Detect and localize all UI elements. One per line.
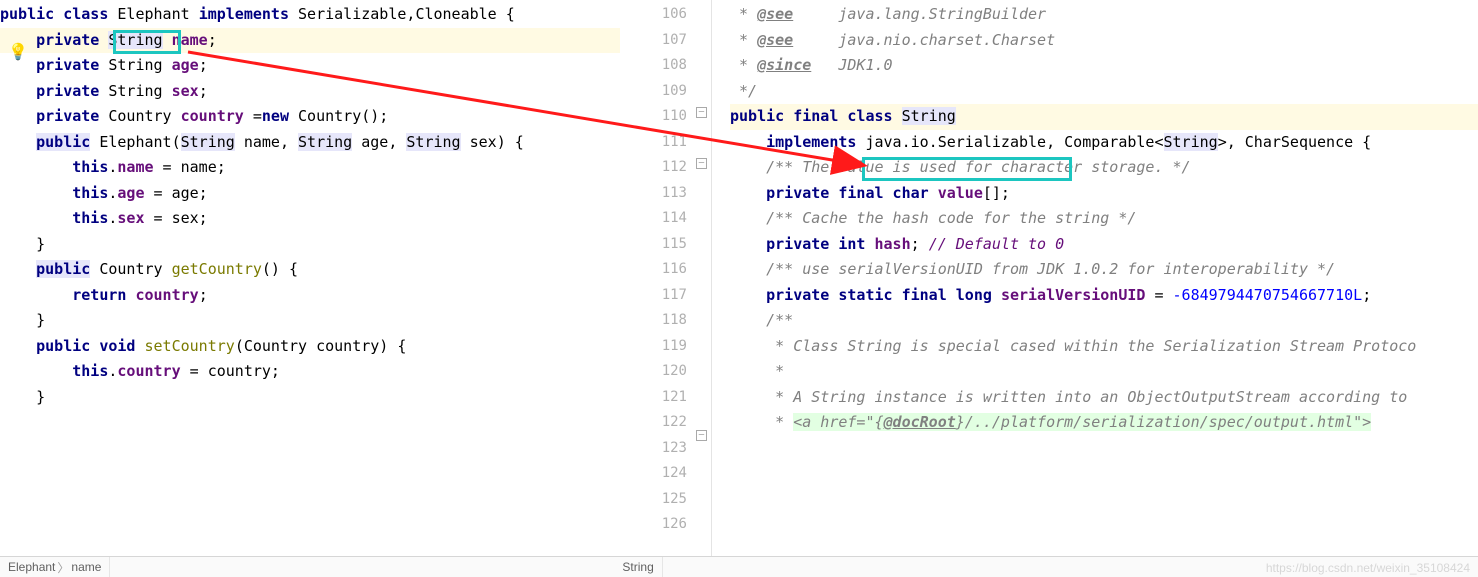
code-line[interactable]: public void setCountry(Country country) …	[0, 334, 620, 360]
code-line[interactable]: private final char value[];	[730, 181, 1478, 207]
line-number[interactable]: 115	[620, 232, 687, 258]
code-line[interactable]: * @since JDK1.0	[730, 53, 1478, 79]
code-line[interactable]: }	[0, 232, 620, 258]
code-line[interactable]: public Elephant(String name, String age,…	[0, 130, 620, 156]
code-line[interactable]: * @see java.lang.StringBuilder	[730, 2, 1478, 28]
line-number[interactable]: 117	[620, 283, 687, 309]
code-line[interactable]: public final class String	[730, 104, 1478, 130]
line-number[interactable]: 110	[620, 104, 687, 130]
right-editor[interactable]: – – – 1061071081091101111121131141151161…	[620, 0, 1478, 556]
code-line[interactable]: public Country getCountry() {	[0, 257, 620, 283]
line-number[interactable]: 121	[620, 385, 687, 411]
code-line[interactable]: private String age;	[0, 53, 620, 79]
code-line[interactable]: return country;	[0, 283, 620, 309]
breadcrumb-label: name	[71, 560, 101, 574]
code-line[interactable]: this.age = age;	[0, 181, 620, 207]
code-line[interactable]: private String name;	[0, 28, 620, 54]
code-line[interactable]: *	[730, 359, 1478, 385]
line-number[interactable]: 123	[620, 436, 687, 462]
line-number[interactable]: 114	[620, 206, 687, 232]
line-number[interactable]: 120	[620, 359, 687, 385]
line-number[interactable]: 116	[620, 257, 687, 283]
breadcrumb-label: Elephant	[8, 560, 55, 574]
line-number[interactable]: 107	[620, 28, 687, 54]
chevron-right-icon: 〉	[55, 559, 71, 576]
code-line[interactable]: * Class String is special cased within t…	[730, 334, 1478, 360]
code-line[interactable]: implements java.io.Serializable, Compara…	[730, 130, 1478, 156]
code-line[interactable]: private Country country =new Country();	[0, 104, 620, 130]
breadcrumb-item[interactable]: Elephant 〉 name	[0, 557, 110, 577]
watermark: https://blog.csdn.net/weixin_35108424	[1266, 561, 1470, 575]
code-line[interactable]: * <a href="{@docRoot}/../platform/serial…	[730, 410, 1478, 436]
breadcrumb-item[interactable]: String	[614, 557, 662, 577]
line-number[interactable]: 111	[620, 130, 687, 156]
fold-icon[interactable]: –	[696, 107, 707, 118]
code-line[interactable]: * A String instance is written into an O…	[730, 385, 1478, 411]
line-number[interactable]: 108	[620, 53, 687, 79]
code-line[interactable]: /**	[730, 308, 1478, 334]
editor-split: 💡 public class Elephant implements Seria…	[0, 0, 1478, 556]
code-line[interactable]: this.name = name;	[0, 155, 620, 181]
code-line[interactable]: * @see java.nio.charset.Charset	[730, 28, 1478, 54]
right-code-area[interactable]: * @see java.lang.StringBuilder * @see ja…	[712, 0, 1478, 556]
left-editor[interactable]: 💡 public class Elephant implements Seria…	[0, 0, 620, 556]
intention-bulb-icon[interactable]: 💡	[8, 42, 24, 58]
code-line[interactable]: /** Cache the hash code for the string *…	[730, 206, 1478, 232]
code-line[interactable]: this.country = country;	[0, 359, 620, 385]
line-number[interactable]: 125	[620, 487, 687, 513]
line-number[interactable]: 112	[620, 155, 687, 181]
code-line[interactable]: }	[0, 308, 620, 334]
line-number[interactable]: 106	[620, 2, 687, 28]
fold-icon[interactable]: –	[696, 158, 707, 169]
line-number[interactable]: 124	[620, 461, 687, 487]
code-line[interactable]: private String sex;	[0, 79, 620, 105]
line-number[interactable]: 119	[620, 334, 687, 360]
code-line[interactable]: private int hash; // Default to 0	[730, 232, 1478, 258]
breadcrumb-label: String	[622, 560, 653, 574]
fold-icon[interactable]: –	[696, 430, 707, 441]
breadcrumb-bar: Elephant 〉 name String	[0, 556, 1478, 577]
line-number[interactable]: 109	[620, 79, 687, 105]
line-number[interactable]: 113	[620, 181, 687, 207]
line-number[interactable]: 126	[620, 512, 687, 538]
left-code-area[interactable]: public class Elephant implements Seriali…	[0, 0, 620, 410]
line-number[interactable]: 118	[620, 308, 687, 334]
code-line[interactable]: this.sex = sex;	[0, 206, 620, 232]
code-line[interactable]: */	[730, 79, 1478, 105]
line-number[interactable]: 122	[620, 410, 687, 436]
code-line[interactable]: /** The value is used for character stor…	[730, 155, 1478, 181]
code-line[interactable]: /** use serialVersionUID from JDK 1.0.2 …	[730, 257, 1478, 283]
code-line[interactable]: public class Elephant implements Seriali…	[0, 2, 620, 28]
code-line[interactable]: }	[0, 385, 620, 411]
line-gutter[interactable]: – – – 1061071081091101111121131141151161…	[620, 0, 712, 556]
code-line[interactable]: private static final long serialVersionU…	[730, 283, 1478, 309]
